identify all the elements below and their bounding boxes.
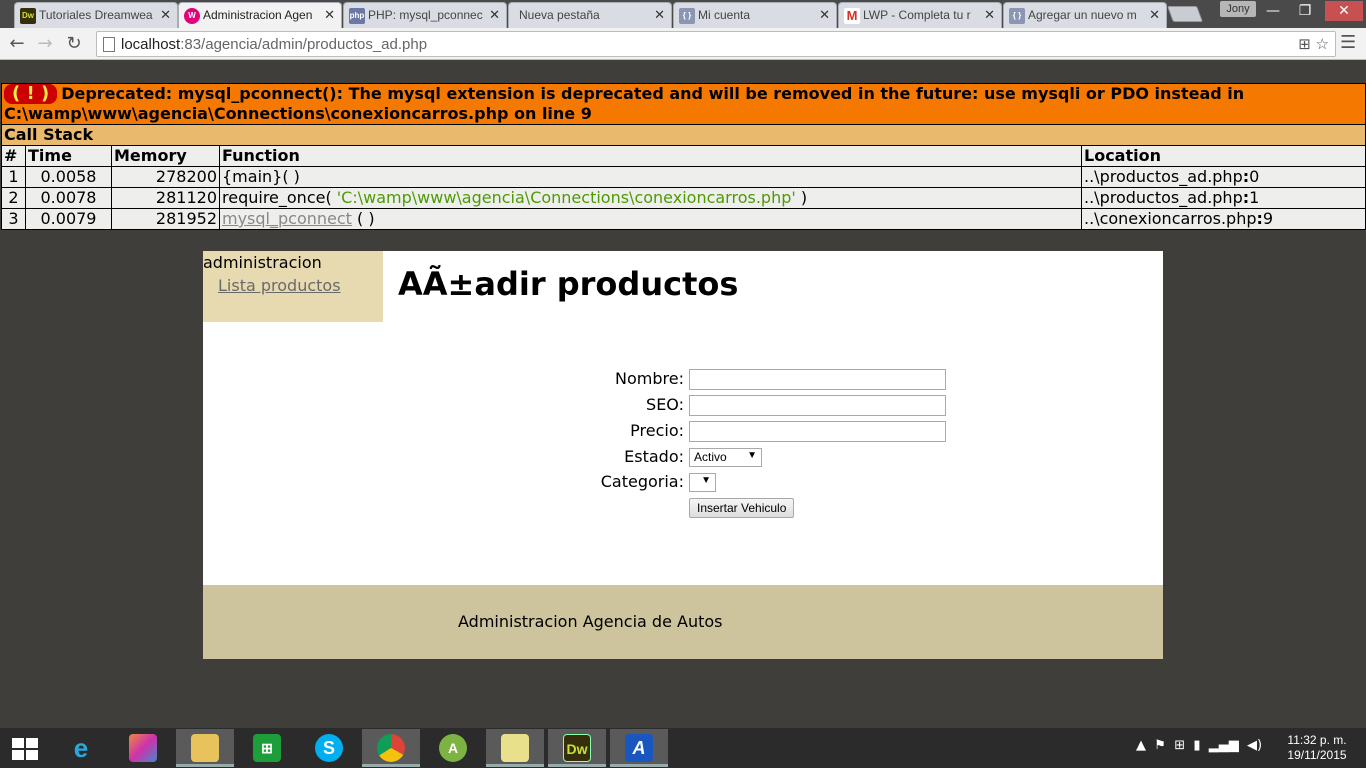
forward-arrow-icon[interactable]: →: [34, 33, 56, 55]
nombre-input[interactable]: [689, 369, 946, 390]
col-function: Function: [219, 145, 1082, 167]
precio-label: Precio:: [630, 421, 684, 440]
doc-icon: { }: [679, 8, 695, 24]
close-icon[interactable]: ✕: [160, 7, 171, 23]
sidebar-link-lista-productos[interactable]: Lista productos: [218, 276, 341, 295]
insertar-vehiculo-button[interactable]: Insertar Vehiculo: [689, 498, 795, 518]
close-icon[interactable]: ✕: [324, 7, 335, 23]
minimize-icon[interactable]: —: [1258, 1, 1288, 21]
restore-icon[interactable]: ❐: [1290, 1, 1320, 21]
seo-input[interactable]: [689, 395, 946, 416]
close-icon[interactable]: ✕: [984, 7, 995, 23]
app-icon: A: [625, 734, 653, 762]
dropdown-arrow-icon: ▼: [701, 475, 711, 486]
warning-icon: ( ! ): [4, 84, 58, 104]
system-tray: ▲ ⚑ ⊞ ▮ ▂▄▆ ◀): [1136, 738, 1262, 753]
url-text[interactable]: localhost:83/agencia/admin/productos_ad.…: [121, 36, 427, 53]
doc-icon: { }: [1009, 8, 1025, 24]
battery-icon[interactable]: ▮: [1193, 738, 1200, 753]
categoria-select[interactable]: ▼: [689, 473, 716, 492]
signal-icon[interactable]: ▂▄▆: [1209, 738, 1239, 753]
page-icon: [103, 37, 115, 52]
folder-icon: [191, 734, 219, 762]
internet-explorer-icon: e: [73, 733, 89, 763]
page-container: administracion Lista productos AÃ±adir p…: [203, 251, 1163, 659]
menu-hamburger-icon[interactable]: ☰: [1340, 32, 1356, 53]
dreamweaver-icon: Dw: [20, 8, 36, 24]
col-time: Time: [25, 145, 112, 167]
admin-sidebar: administracion Lista productos: [203, 251, 383, 322]
bookmark-star-icon[interactable]: ☆: [1316, 35, 1329, 53]
taskbar-android-studio[interactable]: A: [424, 729, 482, 767]
close-icon[interactable]: ✕: [819, 7, 830, 23]
taskbar-dreamweaver[interactable]: Dw: [548, 729, 606, 767]
taskbar-file-explorer[interactable]: [176, 729, 234, 767]
android-studio-icon: A: [439, 734, 467, 762]
precio-input[interactable]: [689, 421, 946, 442]
mysql-pconnect-doc-link[interactable]: mysql_pconnect: [222, 209, 352, 228]
tab-lwp-completa[interactable]: M LWP - Completa tu r ✕: [838, 2, 1002, 28]
taskbar-chrome[interactable]: [362, 729, 420, 767]
taskbar-visual-studio[interactable]: [114, 729, 172, 767]
taskbar-app[interactable]: A: [610, 729, 668, 767]
sticky-notes-icon: [501, 734, 529, 762]
table-row: 3 0.0079 281952 mysql_pconnect ( ) ..\co…: [1, 208, 1366, 230]
wamp-icon: W: [184, 8, 200, 24]
tab-tutoriales-dreamweaver[interactable]: Dw Tutoriales Dreamwea ✕: [14, 2, 178, 28]
browser-toolbar: ← → ↻ localhost:83/agencia/admin/product…: [0, 28, 1366, 60]
col-memory: Memory: [111, 145, 220, 167]
dropdown-arrow-icon: ▼: [747, 450, 757, 461]
close-icon[interactable]: ✕: [489, 7, 500, 23]
window-close-icon[interactable]: ✕: [1325, 1, 1363, 21]
windows-start-icon[interactable]: [12, 738, 38, 760]
chevron-up-icon[interactable]: ▲: [1136, 738, 1146, 753]
php-icon: php: [349, 8, 365, 24]
footer-text: Administracion Agencia de Autos: [458, 612, 723, 631]
tab-php-mysql-pconnect[interactable]: php PHP: mysql_pconnec ✕: [343, 2, 507, 28]
col-number: #: [1, 145, 26, 167]
taskbar-ie[interactable]: e: [52, 729, 110, 767]
sidebar-heading: administracion: [203, 253, 322, 272]
call-stack-heading: Call Stack: [1, 124, 1366, 146]
dreamweaver-icon: Dw: [563, 734, 591, 762]
seo-label: SEO:: [646, 395, 684, 414]
skype-icon: S: [315, 734, 343, 762]
taskbar-skype[interactable]: S: [300, 729, 358, 767]
profile-button[interactable]: Jony: [1220, 1, 1256, 17]
tab-agregar-nuevo[interactable]: { } Agregar un nuevo m ✕: [1003, 2, 1167, 28]
address-bar[interactable]: localhost:83/agencia/admin/productos_ad.…: [96, 31, 1336, 57]
clock[interactable]: 11:32 p. m. 19/11/2015: [1284, 733, 1350, 763]
volume-icon[interactable]: ◀): [1247, 738, 1262, 753]
gmail-icon: M: [844, 8, 860, 24]
page-title: AÃ±adir productos: [398, 265, 739, 303]
close-icon[interactable]: ✕: [654, 7, 665, 23]
nombre-label: Nombre:: [615, 369, 684, 388]
tab-nueva-pestana[interactable]: Nueva pestaña ✕: [508, 2, 672, 28]
table-row: 1 0.0058 278200 {main}( ) ..\productos_a…: [1, 166, 1366, 188]
windows-taskbar: e ⊞ S A Dw A ▲ ⚑ ⊞ ▮ ▂▄▆ ◀) 11:32 p. m. …: [0, 728, 1366, 768]
taskbar-store[interactable]: ⊞: [238, 729, 296, 767]
back-arrow-icon[interactable]: ←: [6, 33, 28, 55]
xdebug-error-table: ( ! ) Deprecated: mysql_pconnect(): The m…: [1, 83, 1366, 230]
table-row: 2 0.0078 281120 require_once( 'C:\wamp\w…: [1, 187, 1366, 209]
reload-icon[interactable]: ↻: [63, 33, 85, 55]
visual-studio-icon: [129, 734, 157, 762]
store-icon: ⊞: [253, 734, 281, 762]
tab-mi-cuenta[interactable]: { } Mi cuenta ✕: [673, 2, 837, 28]
taskbar-sticky-notes[interactable]: [486, 729, 544, 767]
page-footer: Administracion Agencia de Autos: [203, 585, 1163, 659]
categoria-label: Categoria:: [600, 472, 684, 491]
translate-icon[interactable]: ⊞: [1298, 35, 1311, 53]
chrome-icon: [377, 734, 405, 762]
col-location: Location: [1081, 145, 1366, 167]
new-tab-button[interactable]: [1167, 6, 1203, 22]
estado-select[interactable]: Activo ▼: [689, 448, 762, 467]
xdebug-message: ( ! ) Deprecated: mysql_pconnect(): The m…: [1, 83, 1366, 125]
browser-tab-strip: Dw Tutoriales Dreamwea ✕ W Administracio…: [0, 0, 1366, 28]
tab-administracion-agencia[interactable]: W Administracion Agen ✕: [178, 2, 342, 28]
flag-icon[interactable]: ⚑: [1154, 738, 1166, 753]
grid-icon[interactable]: ⊞: [1174, 738, 1185, 753]
estado-label: Estado:: [624, 447, 684, 466]
close-icon[interactable]: ✕: [1149, 7, 1160, 23]
